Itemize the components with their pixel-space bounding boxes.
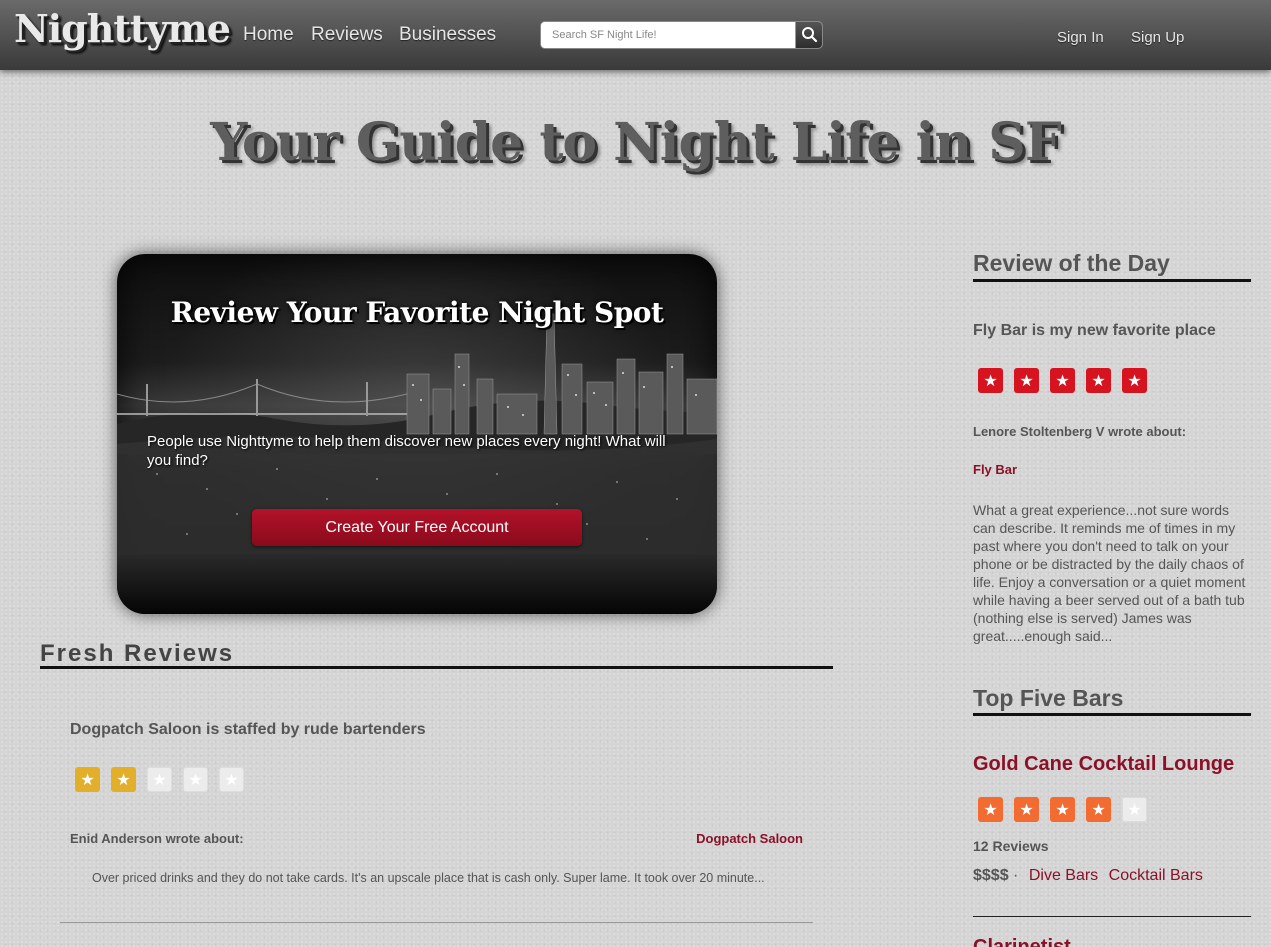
bar-name-link-partial[interactable]: Clarinetist... — [973, 936, 1087, 947]
review-title[interactable]: Dogpatch Saloon is staffed by rude barte… — [70, 721, 426, 739]
star-empty-icon: ★ — [147, 767, 172, 792]
nav-businesses-link[interactable]: Businesses — [399, 24, 496, 46]
rotd-body: What a great experience...not sure words… — [973, 502, 1246, 644]
category-link-cocktail-bars[interactable]: Cocktail Bars — [1109, 867, 1203, 884]
hero-title: Review Your Favorite Night Spot — [170, 296, 664, 329]
review-rating: ★ ★ ★ ★ ★ — [75, 767, 244, 792]
star-icon: ★ — [1014, 368, 1039, 393]
site-logo[interactable]: Nighttyme — [14, 6, 231, 51]
star-empty-icon: ★ — [219, 767, 244, 792]
hero-description: People use Nighttyme to help them discov… — [147, 433, 666, 469]
bar-meta: $$$$ · Dive Bars Cocktail Bars — [973, 867, 1203, 885]
star-icon: ★ — [1122, 368, 1147, 393]
review-author: Enid Anderson wrote about: — [70, 831, 244, 846]
fresh-reviews-divider — [40, 666, 833, 669]
create-account-button[interactable]: Create Your Free Account — [252, 509, 582, 546]
sign-up-link[interactable]: Sign Up — [1131, 29, 1184, 46]
star-empty-icon: ★ — [1122, 797, 1147, 822]
star-empty-icon: ★ — [183, 767, 208, 792]
nav-reviews-link[interactable]: Reviews — [311, 24, 383, 46]
nav-home-link[interactable]: Home — [243, 24, 294, 46]
search-icon — [802, 27, 818, 43]
review-business-link[interactable]: Dogpatch Saloon — [696, 831, 803, 846]
top-five-heading: Top Five Bars — [973, 685, 1124, 711]
bar-divider — [973, 916, 1251, 917]
star-icon: ★ — [1050, 368, 1075, 393]
search-input[interactable] — [541, 22, 796, 48]
review-of-the-day-heading: Review of the Day — [973, 250, 1170, 276]
bar-price: $$$$ — [973, 867, 1009, 884]
rotd-title[interactable]: Fly Bar is my new favorite place — [973, 322, 1216, 340]
hero-card: Review Your Favorite Night Spot People u… — [117, 254, 717, 614]
review-excerpt: Over priced drinks and they do not take … — [92, 871, 765, 885]
search-button[interactable] — [795, 22, 822, 48]
meta-separator: · — [1013, 867, 1019, 884]
review-of-the-day-divider — [973, 279, 1251, 282]
fresh-reviews-heading: Fresh Reviews — [40, 640, 235, 667]
star-icon: ★ — [111, 767, 136, 792]
rotd-rating: ★ ★ ★ ★ ★ — [978, 368, 1147, 393]
bar-review-count: 12 Reviews — [973, 838, 1049, 854]
category-link-dive-bars[interactable]: Dive Bars — [1029, 867, 1098, 884]
rotd-author: Lenore Stoltenberg V wrote about: — [973, 424, 1187, 439]
bar-rating: ★ ★ ★ ★ ★ — [978, 797, 1147, 822]
top-navbar: Nighttyme Home Reviews Businesses Sign I… — [0, 0, 1271, 70]
search-bar — [540, 21, 823, 49]
star-icon: ★ — [1014, 797, 1039, 822]
bar-name-link[interactable]: Gold Cane Cocktail Lounge — [973, 753, 1234, 776]
star-icon: ★ — [1050, 797, 1075, 822]
star-icon: ★ — [75, 767, 100, 792]
star-icon: ★ — [1086, 368, 1111, 393]
top-five-divider — [973, 713, 1251, 716]
star-icon: ★ — [1086, 797, 1111, 822]
page-headline: Your Guide to Night Life in SF — [210, 112, 1062, 173]
star-icon: ★ — [978, 368, 1003, 393]
star-icon: ★ — [978, 797, 1003, 822]
rotd-business-link[interactable]: Fly Bar — [973, 462, 1017, 477]
sign-in-link[interactable]: Sign In — [1057, 29, 1104, 46]
review-divider — [60, 922, 813, 923]
